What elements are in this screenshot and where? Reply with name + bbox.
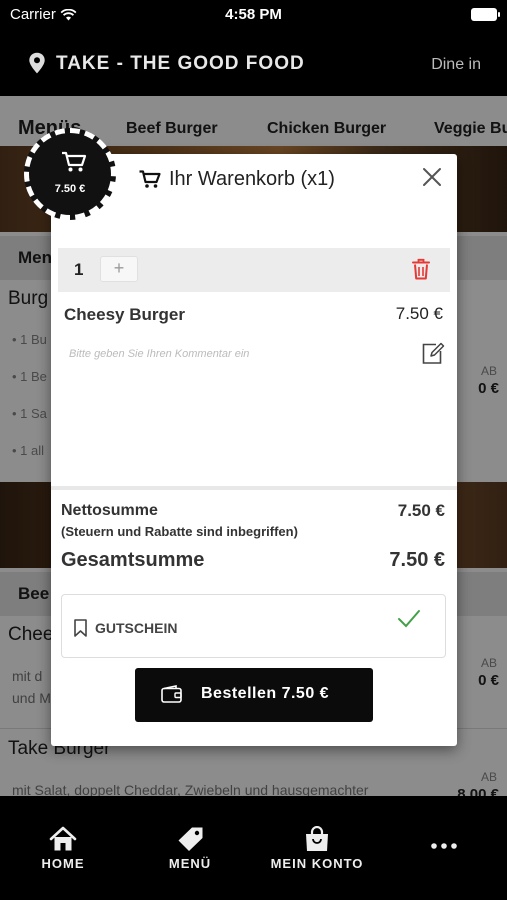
edit-icon[interactable] — [421, 340, 445, 366]
cart-badge[interactable]: 7.50 € — [24, 128, 116, 220]
cart-item-price: 7.50 € — [395, 304, 443, 323]
restaurant-title: TAKE - THE GOOD FOOD — [56, 53, 305, 74]
comment-input[interactable] — [69, 348, 399, 360]
voucher-label: GUTSCHEIN — [95, 620, 178, 636]
voucher-field[interactable]: GUTSCHEIN — [61, 594, 446, 658]
net-total-label: Nettosumme — [61, 502, 158, 519]
tab-more[interactable] — [389, 826, 499, 856]
cart-icon — [139, 170, 161, 188]
map-pin-icon[interactable] — [28, 52, 46, 74]
check-icon[interactable] — [397, 609, 421, 629]
home-icon — [49, 826, 77, 851]
cart-modal: Ihr Warenkorb (x1) 1 + Cheesy Burger 7.5… — [51, 154, 457, 746]
tab-menu-label: MENÜ — [168, 856, 212, 871]
cart-item-name: Cheesy Burger — [64, 305, 185, 324]
dine-in-toggle[interactable]: Dine in — [431, 56, 481, 74]
wallet-icon — [161, 685, 182, 703]
tag-icon — [178, 827, 203, 851]
cart-modal-title: Ihr Warenkorb (x1) — [139, 168, 335, 191]
quantity-value: 1 — [74, 260, 84, 279]
tab-menu[interactable]: MENÜ — [135, 826, 245, 871]
close-icon[interactable] — [421, 166, 443, 188]
cart-badge-amount: 7.50 € — [54, 183, 86, 195]
battery-icon — [471, 8, 500, 21]
tab-home[interactable]: HOME — [8, 826, 118, 871]
net-total-value: 7.50 € — [397, 501, 445, 520]
tab-account-label: MEIN KONTO — [270, 856, 364, 871]
grand-total-label: Gesamtsumme — [61, 549, 205, 571]
tab-account[interactable]: MEIN KONTO — [262, 826, 372, 871]
section-divider — [51, 486, 457, 490]
shopping-bag-icon — [306, 826, 328, 851]
grand-total-value: 7.50 € — [389, 549, 445, 571]
app-header: TAKE - THE GOOD FOOD Dine in — [0, 28, 507, 96]
cart-item-quantity-bar: 1 + — [58, 248, 450, 292]
more-icon — [431, 843, 457, 849]
order-button-label: Bestellen 7.50 € — [201, 685, 330, 702]
tax-note: (Steuern und Rabatte sind inbegriffen) — [61, 524, 298, 539]
tab-home-label: HOME — [41, 856, 85, 871]
bottom-tab-bar: HOME MENÜ MEIN KONTO — [0, 796, 507, 900]
increase-quantity-button[interactable]: + — [100, 256, 138, 282]
status-bar: Carrier 4:58 PM — [0, 0, 507, 28]
cart-icon — [62, 151, 87, 172]
trash-icon[interactable] — [412, 258, 430, 280]
clock: 4:58 PM — [225, 6, 282, 23]
bookmark-icon — [74, 619, 87, 637]
cart-title-text: Ihr Warenkorb (x1) — [169, 168, 335, 190]
order-button[interactable]: Bestellen 7.50 € — [135, 668, 373, 722]
